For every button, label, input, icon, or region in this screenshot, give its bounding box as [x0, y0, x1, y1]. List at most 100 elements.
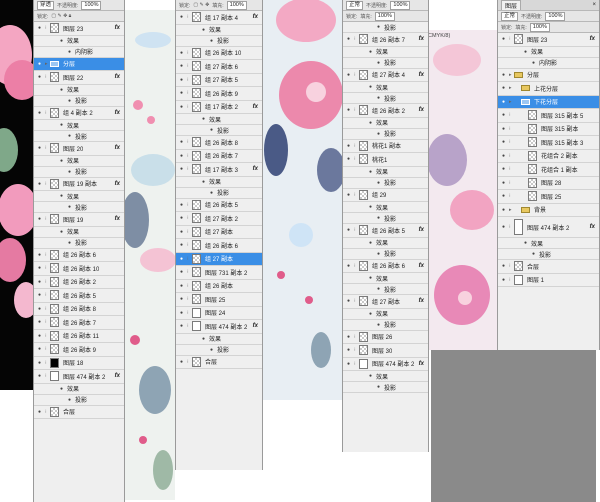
- visibility-eye-icon[interactable]: ●: [64, 98, 75, 104]
- visibility-eye-icon[interactable]: ●: [56, 386, 67, 392]
- layer-row[interactable]: ● ⁝ 组 26 副本 11: [34, 330, 124, 343]
- visibility-eye-icon[interactable]: ●: [343, 361, 354, 367]
- fx-icon[interactable]: fx: [419, 72, 424, 78]
- visibility-eye-icon[interactable]: ●: [343, 334, 354, 340]
- layer-effect-item[interactable]: ● 投影: [176, 345, 262, 356]
- layer-row[interactable]: ● ⁝ 组 26 副本 5: [34, 289, 124, 303]
- expand-arrow-icon[interactable]: ▸: [509, 85, 514, 91]
- visibility-eye-icon[interactable]: ●: [498, 224, 509, 230]
- visibility-eye-icon[interactable]: ●: [520, 49, 531, 55]
- layer-row[interactable]: ● ⁝ 图层 25: [498, 190, 599, 204]
- layer-effect-item[interactable]: ● 内阴影: [498, 58, 599, 69]
- opacity-input[interactable]: 100%: [545, 11, 566, 21]
- layer-row[interactable]: ● ⁝ 组 26 副本 6 fx: [343, 260, 428, 273]
- layer-effects-row[interactable]: ● 效果: [34, 156, 124, 167]
- fx-icon[interactable]: fx: [590, 36, 595, 42]
- layer-effects-row[interactable]: ● 效果: [343, 47, 428, 58]
- layer-row[interactable]: ● ⁝ 组 17 副本 3 fx: [176, 163, 262, 177]
- layer-row[interactable]: ● ⁝ 图层 24: [176, 307, 262, 320]
- visibility-eye-icon[interactable]: ●: [34, 373, 45, 379]
- layer-effects-row[interactable]: ● 效果: [343, 371, 428, 382]
- layer-effect-item[interactable]: ● 投影: [34, 202, 124, 213]
- fx-icon[interactable]: fx: [419, 36, 424, 42]
- layer-row[interactable]: ● ⁝ 合层: [498, 260, 599, 274]
- visibility-eye-icon[interactable]: ●: [343, 347, 354, 353]
- blend-mode-select[interactable]: 穿透: [37, 0, 55, 10]
- visibility-eye-icon[interactable]: ●: [498, 139, 509, 145]
- layer-row[interactable]: ● ⁝ 图层 315 副本 3: [498, 136, 599, 150]
- visibility-eye-icon[interactable]: ●: [206, 347, 217, 353]
- layer-row[interactable]: ● ⁝ 组 26 副本 8: [34, 303, 124, 316]
- layer-effect-item[interactable]: ● 投影: [34, 238, 124, 249]
- layer-row[interactable]: ● ⁝ 组 26 副本 9: [34, 343, 124, 357]
- visibility-eye-icon[interactable]: ●: [56, 193, 67, 199]
- visibility-eye-icon[interactable]: ●: [56, 38, 67, 44]
- visibility-eye-icon[interactable]: ●: [498, 166, 509, 172]
- fx-icon[interactable]: fx: [253, 14, 258, 20]
- layer-effects-row[interactable]: ● 效果: [343, 238, 428, 249]
- layer-row[interactable]: ● ⁝ 图层 22 fx: [34, 71, 124, 85]
- visibility-eye-icon[interactable]: ●: [176, 229, 187, 235]
- visibility-eye-icon[interactable]: ●: [34, 292, 45, 298]
- layer-row[interactable]: ● ⁝ 组 27 副本: [176, 252, 262, 266]
- fx-icon[interactable]: fx: [115, 373, 120, 379]
- visibility-eye-icon[interactable]: ●: [34, 306, 45, 312]
- visibility-eye-icon[interactable]: ●: [498, 36, 509, 42]
- layer-row[interactable]: ● ⁝ 组 27 副本 fx: [343, 295, 428, 309]
- visibility-eye-icon[interactable]: ●: [176, 166, 187, 172]
- visibility-eye-icon[interactable]: ●: [365, 84, 376, 90]
- layer-effect-item[interactable]: ● 投影: [343, 22, 428, 33]
- layer-effect-item[interactable]: ● 投影: [34, 167, 124, 178]
- visibility-eye-icon[interactable]: ●: [64, 49, 75, 55]
- visibility-eye-icon[interactable]: ●: [176, 153, 187, 159]
- layer-row[interactable]: ● ⁝ 图层 28: [498, 177, 599, 190]
- layer-group-row[interactable]: ● ▸ 分层: [34, 57, 124, 71]
- layer-effects-row[interactable]: ● 效果: [498, 238, 599, 249]
- visibility-eye-icon[interactable]: ●: [176, 215, 187, 221]
- visibility-eye-icon[interactable]: ●: [64, 397, 75, 403]
- layer-group-row[interactable]: ● ▸ 上花分层: [498, 82, 599, 96]
- fx-icon[interactable]: fx: [419, 263, 424, 269]
- visibility-eye-icon[interactable]: ●: [198, 116, 209, 122]
- visibility-eye-icon[interactable]: ●: [56, 122, 67, 128]
- layer-row[interactable]: ● ⁝ 组 26 副本 5 fx: [343, 224, 428, 238]
- visibility-eye-icon[interactable]: ●: [34, 319, 45, 325]
- visibility-eye-icon[interactable]: ●: [498, 112, 509, 118]
- layer-row[interactable]: ● ⁝ 图层 18: [34, 357, 124, 370]
- visibility-eye-icon[interactable]: ●: [373, 24, 384, 30]
- layer-row[interactable]: ● ⁝ 组 26 副本 10: [34, 262, 124, 276]
- visibility-eye-icon[interactable]: ●: [176, 310, 187, 316]
- layer-row[interactable]: ● ⁝ 合层: [176, 356, 262, 369]
- visibility-eye-icon[interactable]: ●: [373, 322, 384, 328]
- layer-effects-row[interactable]: ● 效果: [176, 25, 262, 36]
- layer-effect-item[interactable]: ● 内阴影: [34, 47, 124, 58]
- layer-row[interactable]: ● ⁝ 组 17 副本 2 fx: [176, 101, 262, 114]
- layer-effects-row[interactable]: ● 效果: [34, 191, 124, 202]
- layer-row[interactable]: ● ⁝ 组 29: [343, 189, 428, 202]
- visibility-eye-icon[interactable]: ●: [498, 99, 509, 105]
- visibility-eye-icon[interactable]: ●: [498, 263, 509, 269]
- layer-row[interactable]: ● ⁝ 花组合 2 副本: [498, 150, 599, 163]
- layer-row[interactable]: ● ⁝ 组 26 副本 7: [34, 316, 124, 330]
- layer-row[interactable]: ● ⁝ 图层 26: [343, 331, 428, 344]
- layer-row[interactable]: ● ⁝ 图层 474 副本 2 fx: [343, 358, 428, 371]
- visibility-eye-icon[interactable]: ●: [520, 240, 531, 246]
- visibility-eye-icon[interactable]: ●: [365, 240, 376, 246]
- visibility-eye-icon[interactable]: ●: [34, 216, 45, 222]
- visibility-eye-icon[interactable]: ●: [206, 190, 217, 196]
- visibility-eye-icon[interactable]: ●: [176, 323, 187, 329]
- visibility-eye-icon[interactable]: ●: [34, 346, 45, 352]
- visibility-eye-icon[interactable]: ●: [34, 74, 45, 80]
- layer-effect-item[interactable]: ● 投影: [176, 125, 262, 136]
- layer-effects-row[interactable]: ● 效果: [343, 167, 428, 178]
- layer-group-row[interactable]: ● ▸ 背景: [498, 204, 599, 217]
- layer-effect-item[interactable]: ● 投影: [34, 131, 124, 142]
- layer-row[interactable]: ● ⁝ 组 17 副本 4 fx: [176, 11, 262, 25]
- layer-row[interactable]: ● ⁝ 组 26 副本: [176, 280, 262, 293]
- fx-icon[interactable]: fx: [115, 181, 120, 187]
- layer-group-row[interactable]: ● ▸ 下花分层: [498, 95, 599, 109]
- visibility-eye-icon[interactable]: ●: [528, 251, 539, 257]
- layer-effects-row[interactable]: ● 效果: [343, 202, 428, 213]
- layer-row[interactable]: ● ⁝ 组 27 副本 4 fx: [343, 69, 428, 82]
- visibility-eye-icon[interactable]: ●: [34, 409, 45, 415]
